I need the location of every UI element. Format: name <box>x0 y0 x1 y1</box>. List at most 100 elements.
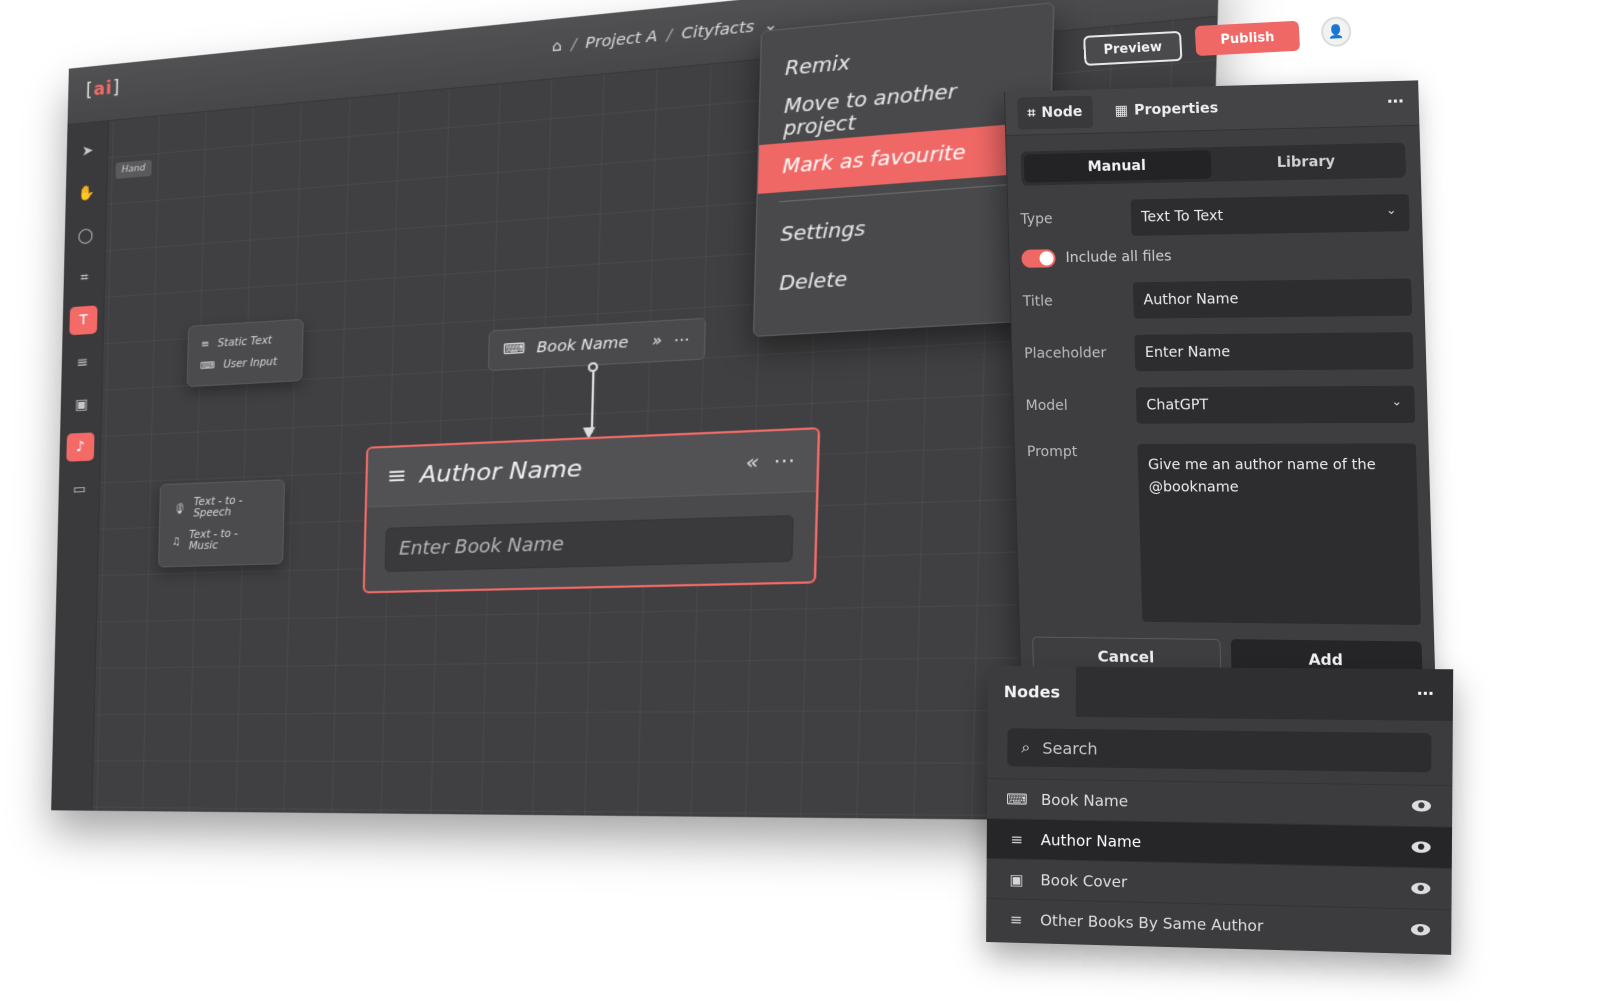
tab-properties[interactable]: ▦ Properties <box>1104 91 1229 127</box>
text-tool[interactable]: T <box>69 305 98 336</box>
eye-icon[interactable] <box>1411 800 1432 812</box>
book-name-input[interactable] <box>384 514 794 572</box>
preview-button[interactable]: Preview <box>1083 30 1183 66</box>
model-select[interactable]: ChatGPT ⌄ <box>1135 385 1416 424</box>
flyout-item-user-input[interactable]: ⌨ User Input <box>198 351 291 378</box>
flyout-item-text-to-speech[interactable]: 🎙 Text - to - Speech <box>170 489 273 525</box>
cursor-icon: ➤ <box>81 142 94 160</box>
breadcrumb-separator: / <box>570 36 577 54</box>
hand-icon: ✋ <box>77 184 96 203</box>
flyout-label: Text - to - Speech <box>193 495 243 520</box>
title-label: Title <box>1022 293 1053 310</box>
input-icon: ⌨ <box>200 360 216 373</box>
audio-tool[interactable]: ♪ <box>66 432 95 462</box>
type-select[interactable]: Text To Text ⌄ <box>1130 194 1410 236</box>
nodes-title[interactable]: Nodes <box>987 666 1077 717</box>
logo-text: ai <box>93 78 113 101</box>
document-tool[interactable]: ▭ <box>65 475 93 504</box>
comment-icon: ◯ <box>77 227 94 245</box>
breadcrumb-page[interactable]: Cityfacts <box>681 18 754 43</box>
publish-button[interactable]: Publish <box>1194 20 1301 57</box>
nodes-header: Nodes ⋯ <box>987 666 1454 722</box>
lines-icon: ≡ <box>386 462 408 490</box>
properties-panel: ⌗ Node ▦ Properties ⋯ Manual Library Type … <box>1004 80 1436 681</box>
node-title: Author Name <box>419 455 583 489</box>
more-icon[interactable]: ⋯ <box>1417 683 1434 703</box>
flyout-item-text-to-music[interactable]: ♫ Text - to - Music <box>169 522 272 558</box>
expand-icon[interactable]: » <box>652 332 662 350</box>
tab-label: Properties <box>1133 99 1219 119</box>
image-icon: ▣ <box>74 396 89 414</box>
more-icon[interactable]: ⋯ <box>773 449 795 473</box>
placeholder-label: Placeholder <box>1024 345 1107 362</box>
prompt-label: Prompt <box>1026 444 1078 461</box>
eye-icon[interactable] <box>1411 841 1431 854</box>
model-value: ChatGPT <box>1146 397 1209 414</box>
flyout-label: User Input <box>223 356 278 371</box>
tool-sidebar: ➤ ✋ ◯ ⌗ T ≡ ▣ ♪ ▭ <box>51 121 109 811</box>
prompt-textarea[interactable]: Give me an author name of the @bookname <box>1137 443 1422 626</box>
author-name-node[interactable]: ≡ Author Name « ⋯ <box>362 427 821 594</box>
type-value: Text To Text <box>1140 207 1224 226</box>
model-label: Model <box>1025 397 1068 415</box>
mode-manual[interactable]: Manual <box>1023 150 1212 183</box>
tab-label: Node <box>1041 103 1083 121</box>
mode-library[interactable]: Library <box>1210 146 1403 179</box>
include-files-toggle[interactable] <box>1021 249 1056 268</box>
search-icon: ⌕ <box>1021 737 1031 757</box>
text-flyout: ≡ Static Text ⌨ User Input <box>186 318 304 388</box>
user-icon: 👤 <box>1327 23 1345 40</box>
hand-tool[interactable]: ✋ <box>72 178 100 209</box>
title-row: Title Author Name <box>1010 278 1425 320</box>
placeholder-field[interactable]: Enter Name <box>1134 332 1414 372</box>
flyout-label: Static Text <box>217 335 273 350</box>
node-item-label: Book Cover <box>1040 870 1128 891</box>
breadcrumb-separator: / <box>666 26 673 45</box>
list-tool[interactable]: ≡ <box>68 348 96 378</box>
app-logo[interactable]: [ai] <box>86 78 121 102</box>
frame-tool[interactable]: ⌗ <box>70 263 98 293</box>
avatar[interactable]: 👤 <box>1320 15 1352 48</box>
pointer-tool[interactable]: ➤ <box>73 136 101 167</box>
chevron-down-icon: ⌄ <box>1385 202 1397 218</box>
mode-toggle: Manual Library <box>1020 142 1407 186</box>
eye-icon[interactable] <box>1410 923 1431 936</box>
search-input[interactable] <box>1042 738 1417 763</box>
speaker-icon: ♪ <box>75 438 85 456</box>
type-row: Type Text To Text ⌄ <box>1008 194 1422 238</box>
breadcrumb-project[interactable]: Project A <box>585 28 657 53</box>
nodes-panel: Nodes ⋯ ⌕ ⌨ Book Name ≡ Author Name ▣ Bo… <box>986 666 1454 955</box>
collapse-icon[interactable]: « <box>746 451 760 475</box>
prompt-row: Prompt Give me an author name of the @bo… <box>1015 443 1434 626</box>
image-icon: ▣ <box>1009 869 1024 889</box>
type-label: Type <box>1020 211 1053 228</box>
image-tool[interactable]: ▣ <box>67 390 95 420</box>
node-item-label: Other Books By Same Author <box>1040 910 1264 935</box>
search-box: ⌕ <box>1007 728 1432 773</box>
chevron-down-icon: ⌄ <box>1391 394 1403 409</box>
home-icon[interactable]: ⌂ <box>552 37 562 55</box>
node-item-label: Author Name <box>1040 830 1142 851</box>
lines-icon: ≡ <box>1009 910 1023 929</box>
music-note-icon: ♫ <box>171 535 181 548</box>
node-header: ≡ Author Name « ⋯ <box>366 429 818 508</box>
text-icon: T <box>79 312 88 329</box>
app-stage: [ai] ⌂ / Project A / Cityfacts ⌄ ➤ ✋ ◯ ⌗… <box>0 0 1600 1002</box>
model-row: Model ChatGPT ⌄ <box>1013 385 1428 424</box>
breadcrumb: ⌂ / Project A / Cityfacts ⌄ <box>552 16 778 56</box>
title-field[interactable]: Author Name <box>1132 278 1413 319</box>
document-icon: ▭ <box>72 480 87 498</box>
logo-bracket-close: ] <box>112 77 121 99</box>
hand-tooltip: Hand <box>115 159 152 180</box>
connector-handle[interactable] <box>587 361 599 373</box>
tab-node[interactable]: ⌗ Node <box>1017 95 1093 130</box>
comment-tool[interactable]: ◯ <box>71 221 99 251</box>
more-icon[interactable]: ⋯ <box>1387 91 1404 111</box>
more-icon[interactable]: ⋯ <box>674 331 691 349</box>
eye-icon[interactable] <box>1411 882 1431 895</box>
flyout-label: Text - to - Music <box>188 528 238 553</box>
frame-icon: ⌗ <box>80 269 89 287</box>
